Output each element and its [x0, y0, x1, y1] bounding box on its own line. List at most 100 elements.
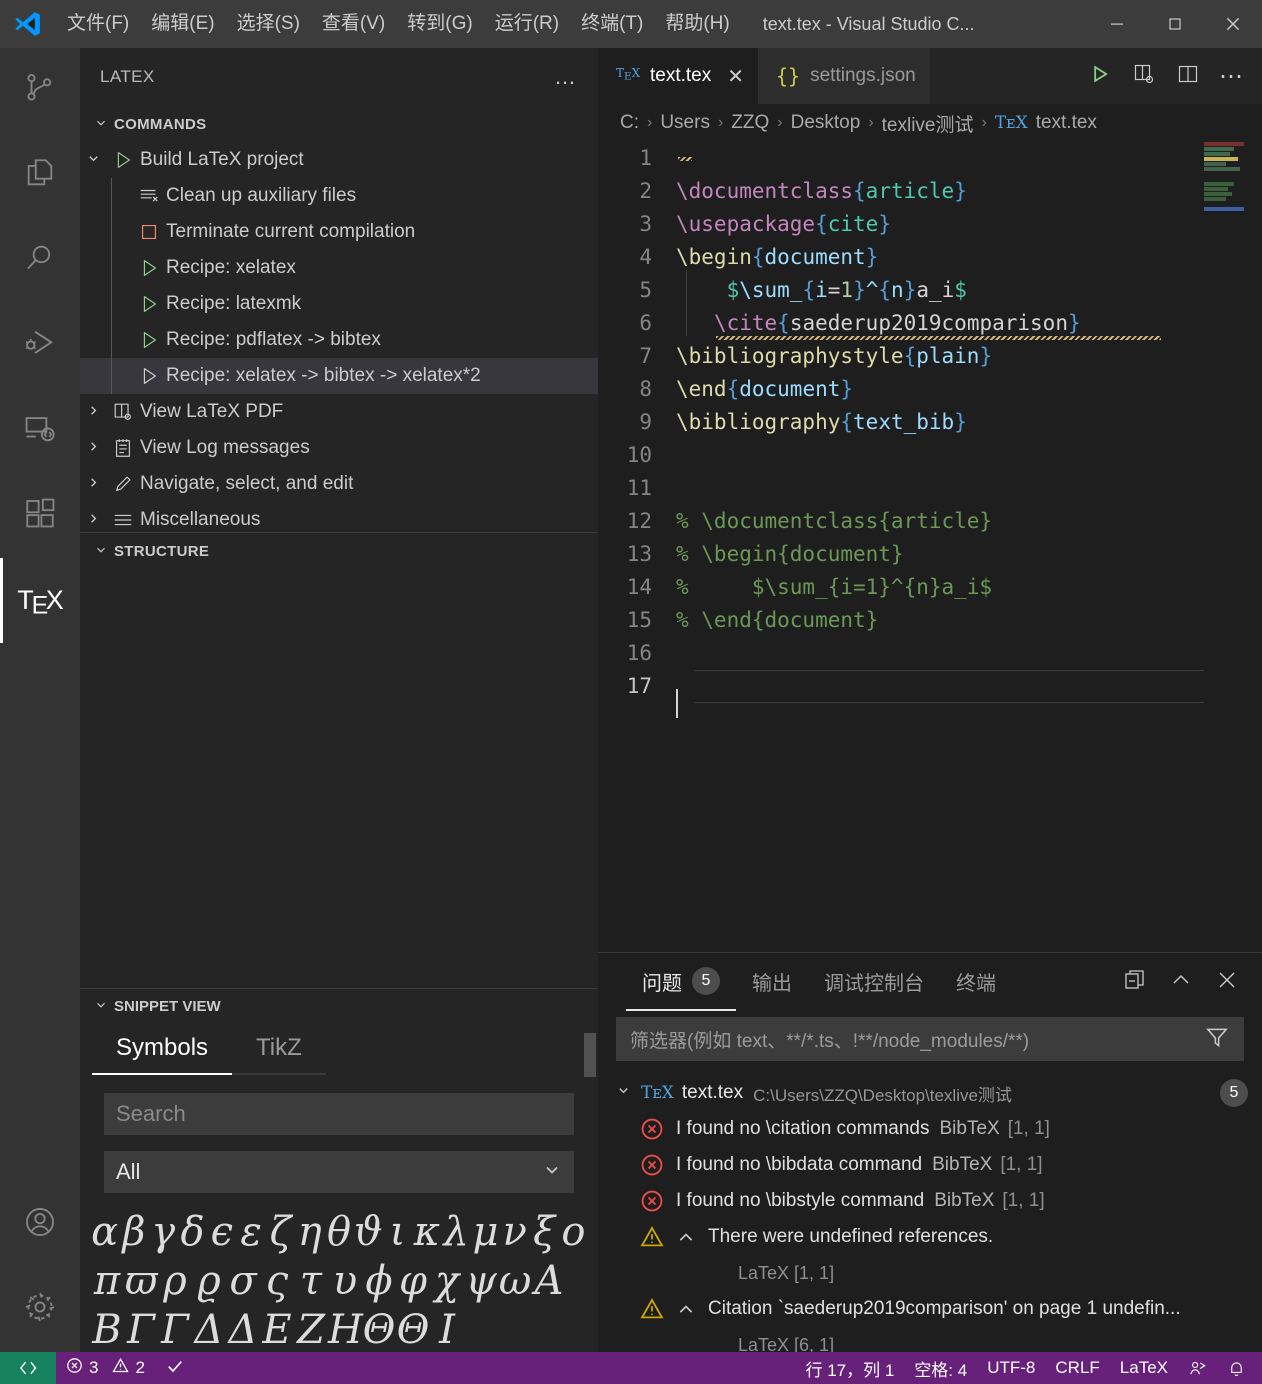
symbol-item[interactable]: I	[430, 1307, 464, 1353]
symbol-item[interactable]: γ	[149, 1209, 178, 1255]
problem-row-bibdata[interactable]: I found no \bibdata command BibTeX [1, 1]	[598, 1147, 1262, 1183]
problems-file-group[interactable]: TᴇX text.tex C:\Users\ZZQ\Desktop\texlive测…	[598, 1075, 1262, 1111]
remote-indicator-icon[interactable]	[0, 1352, 56, 1384]
breadcrumb-item[interactable]: C:	[620, 112, 639, 134]
snippet-tab-tikz[interactable]: TikZ	[232, 1023, 326, 1075]
panel-tab-debug-console[interactable]: 调试控制台	[808, 953, 940, 1011]
menu-selection[interactable]: 选择(S)	[226, 0, 311, 48]
symbol-item[interactable]: υ	[328, 1258, 362, 1304]
symbol-item[interactable]: ϖ	[124, 1258, 158, 1304]
symbol-item[interactable]: H	[328, 1307, 363, 1353]
code-editor[interactable]: 1 2 \documentclass{article} 3 \usepackage{ci…	[598, 142, 1262, 952]
editor-tab-text-tex[interactable]: TEX text.tex ✕	[598, 48, 759, 104]
activity-accounts[interactable]	[0, 1182, 80, 1267]
activity-extensions[interactable]	[0, 473, 80, 558]
symbol-item[interactable]: ρ	[158, 1258, 192, 1304]
symbol-item[interactable]: ϵ	[207, 1209, 236, 1255]
split-editor-button[interactable]	[1168, 48, 1208, 104]
symbol-item[interactable]: α	[90, 1209, 119, 1255]
symbol-item[interactable]: ε	[236, 1209, 265, 1255]
menu-run[interactable]: 运行(R)	[484, 0, 570, 48]
symbol-item[interactable]: ς	[260, 1258, 294, 1304]
symbol-item[interactable]: ϕ	[362, 1258, 396, 1304]
close-panel-button[interactable]	[1208, 963, 1246, 1001]
cmd-navigate-select-edit[interactable]: Navigate, select, and edit	[80, 466, 598, 502]
menu-terminal[interactable]: 终端(T)	[570, 0, 654, 48]
breadcrumb-item[interactable]: Desktop	[791, 112, 861, 134]
code-text[interactable]: % \end{document}	[676, 604, 1262, 637]
symbol-item[interactable]: ϑ	[354, 1209, 383, 1255]
breadcrumb-item[interactable]: texlive测试	[882, 110, 974, 137]
status-problems[interactable]: 3 2	[56, 1352, 155, 1384]
symbol-item[interactable]: E	[260, 1307, 294, 1353]
sidebar-more-actions-button[interactable]: …	[554, 64, 578, 90]
code-text[interactable]: $\sum_{i=1}^{n}a_i$	[676, 270, 1262, 307]
code-text[interactable]: \usepackage{cite}	[676, 208, 1262, 241]
code-text[interactable]: % \begin{document}	[676, 538, 1262, 571]
symbol-item[interactable]: ι	[383, 1209, 412, 1255]
symbol-item[interactable]: κ	[412, 1209, 441, 1255]
status-cursor-position[interactable]: 行 17，列 1	[796, 1352, 905, 1384]
snippet-scrollbar[interactable]	[584, 1033, 596, 1077]
symbol-item[interactable]: β	[119, 1209, 148, 1255]
symbol-item[interactable]: φ	[396, 1258, 430, 1304]
symbol-item[interactable]: ζ	[266, 1209, 295, 1255]
problems-filter-input[interactable]: 筛选器(例如 text、**/*.ts、!**/node_modules/**)	[616, 1017, 1244, 1061]
symbol-item[interactable]: σ	[226, 1258, 260, 1304]
collapse-panel-button[interactable]	[1162, 963, 1200, 1001]
symbol-item[interactable]: δ	[178, 1209, 207, 1255]
cmd-clean-aux-files[interactable]: Clean up auxiliary files	[80, 178, 598, 214]
menu-edit[interactable]: 编辑(E)	[140, 0, 225, 48]
close-button[interactable]	[1204, 0, 1262, 48]
symbol-item[interactable]: A	[532, 1258, 566, 1304]
symbol-item[interactable]: μ	[471, 1209, 500, 1255]
symbol-item[interactable]: ο	[559, 1209, 588, 1255]
minimap[interactable]	[1204, 142, 1250, 952]
activity-explorer[interactable]	[0, 133, 80, 218]
breadcrumb-item[interactable]: ZZQ	[731, 112, 769, 134]
maximize-button[interactable]	[1146, 0, 1204, 48]
code-text[interactable]: \bibliographystyle{plain}	[676, 340, 1262, 373]
snippet-tab-symbols[interactable]: Symbols	[92, 1023, 233, 1075]
activity-remote-explorer[interactable]	[0, 388, 80, 473]
symbol-item[interactable]: Γ	[158, 1307, 192, 1353]
code-text[interactable]: \cite{saederup2019comparison}	[676, 303, 1262, 340]
breadcrumb-item[interactable]: Users	[660, 112, 710, 134]
structure-section-header[interactable]: STRUCTURE	[80, 533, 598, 569]
code-text[interactable]: \documentclass{article}	[676, 175, 1262, 208]
symbol-item[interactable]: Θ	[362, 1307, 396, 1353]
editor-more-actions-button[interactable]: ⋯	[1212, 48, 1252, 104]
close-icon[interactable]: ✕	[727, 64, 744, 89]
status-eol[interactable]: CRLF	[1045, 1352, 1109, 1384]
cmd-recipe-xelatex[interactable]: Recipe: xelatex	[80, 250, 598, 286]
menu-help[interactable]: 帮助(H)	[654, 0, 740, 48]
symbol-item[interactable]: Γ	[124, 1307, 158, 1353]
menu-view[interactable]: 查看(V)	[311, 0, 396, 48]
panel-tab-terminal[interactable]: 终端	[940, 953, 1012, 1011]
panel-tab-output[interactable]: 输出	[736, 953, 808, 1011]
maximize-panel-button[interactable]	[1116, 963, 1154, 1001]
symbol-item[interactable]: ω	[498, 1258, 532, 1304]
symbol-item[interactable]: τ	[294, 1258, 328, 1304]
status-language-mode[interactable]: LaTeX	[1110, 1352, 1178, 1384]
cmd-recipe-pdflatex-bibtex[interactable]: Recipe: pdflatex -> bibtex	[80, 322, 598, 358]
view-latex-pdf-button[interactable]	[1124, 48, 1164, 104]
problem-row-citation-undefined[interactable]: Citation `saederup2019comparison' on pag…	[598, 1291, 1262, 1327]
symbol-item[interactable]: η	[295, 1209, 324, 1255]
editor-tab-settings-json[interactable]: {} settings.json	[758, 48, 930, 104]
cmd-view-latex-pdf[interactable]: View LaTeX PDF	[80, 394, 598, 430]
breadcrumb-item[interactable]: text.tex	[1036, 112, 1097, 134]
menu-file[interactable]: 文件(F)	[56, 0, 140, 48]
commands-section-header[interactable]: COMMANDS	[80, 106, 598, 142]
symbol-item[interactable]: ψ	[464, 1258, 498, 1304]
status-check[interactable]	[155, 1352, 195, 1384]
symbol-item[interactable]: π	[90, 1258, 124, 1304]
cmd-build-latex-project[interactable]: Build LaTeX project	[80, 142, 598, 178]
snippet-category-select[interactable]: All	[104, 1151, 574, 1193]
code-text[interactable]: % \documentclass{article}	[676, 505, 1262, 538]
symbol-item[interactable]: θ	[324, 1209, 353, 1255]
symbol-item[interactable]: ϱ	[192, 1258, 226, 1304]
chevron-down-icon[interactable]	[616, 1082, 631, 1104]
chevron-up-icon[interactable]	[676, 1227, 696, 1247]
cmd-terminate-compilation[interactable]: Terminate current compilation	[80, 214, 598, 250]
